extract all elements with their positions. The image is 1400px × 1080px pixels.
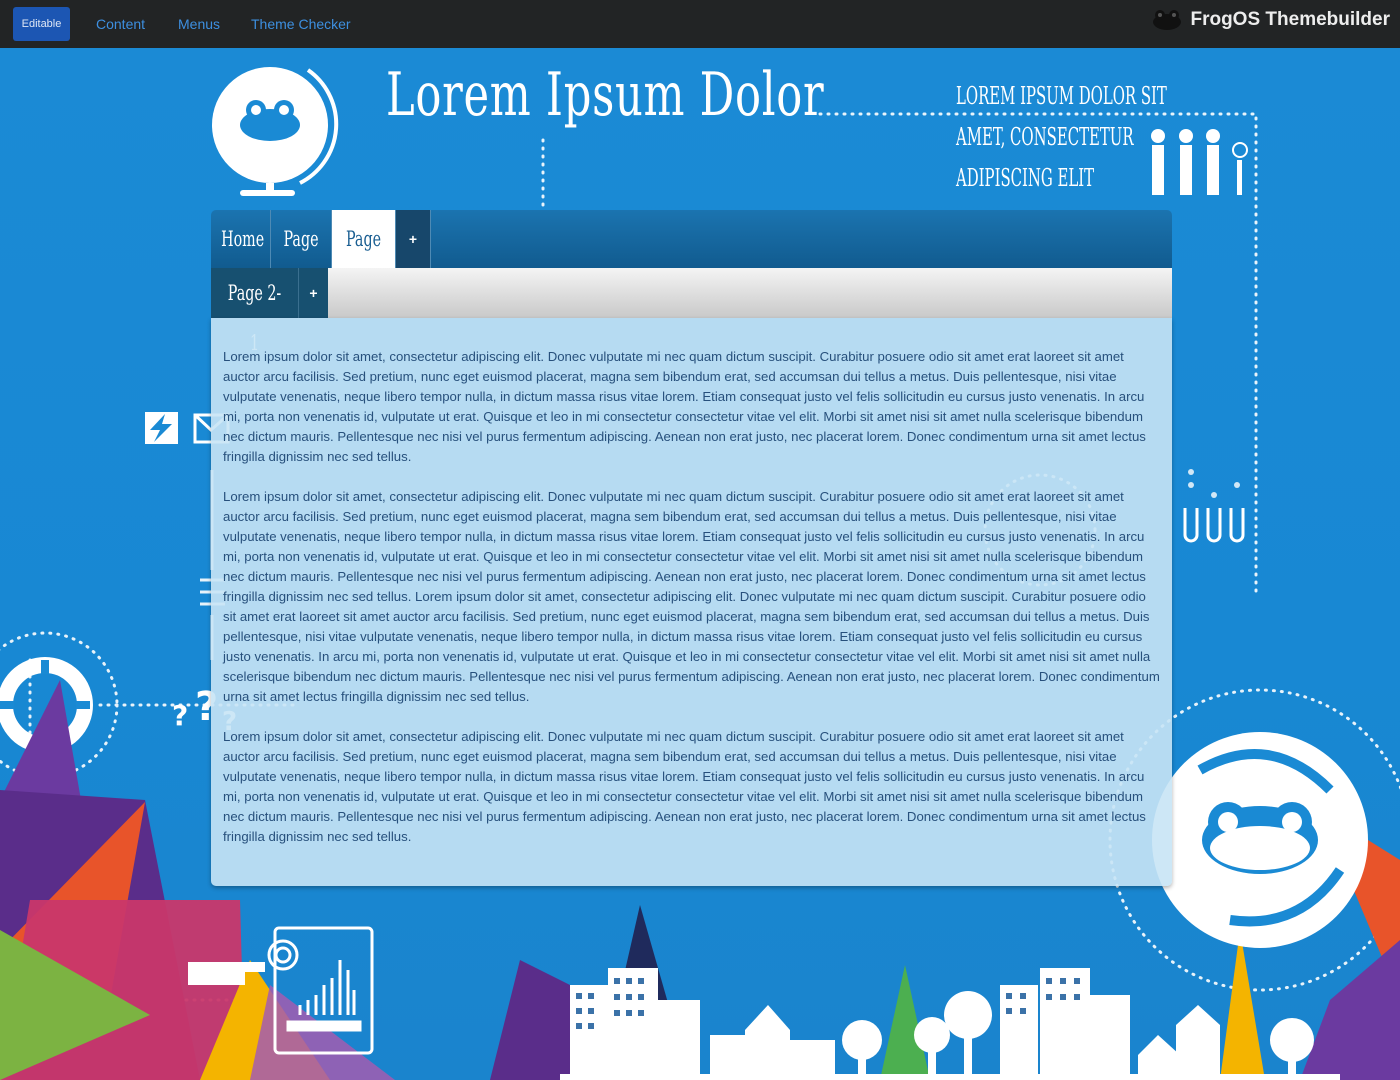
- lightning-icon: [145, 412, 178, 444]
- menus-link[interactable]: Menus: [178, 16, 220, 32]
- page-content: Lorem ipsum dolor sit amet, consectetur …: [211, 318, 1172, 886]
- content-paragraph: Lorem ipsum dolor sit amet, consectetur …: [223, 349, 1146, 464]
- tagline-line: amet, consectetur: [956, 123, 1134, 151]
- editable-button[interactable]: Editable: [13, 7, 70, 41]
- sub-nav: Page 2-1 +: [211, 268, 1172, 355]
- content-paragraph: Lorem ipsum dolor sit amet, consectetur …: [223, 729, 1146, 844]
- svg-text:?: ?: [172, 699, 188, 732]
- tab-home[interactable]: Home: [211, 210, 271, 268]
- tab-page-2[interactable]: Page 2: [332, 210, 396, 268]
- tab-page-1[interactable]: Page 1: [271, 210, 332, 268]
- content-link[interactable]: Content: [96, 16, 145, 32]
- add-page-button[interactable]: +: [396, 210, 431, 268]
- subtab-page-2-1[interactable]: Page 2-1: [211, 268, 298, 355]
- site-tagline: Lorem ipsum dolor sit amet, consectetur …: [956, 76, 1167, 199]
- tagline-line: adipiscing elit: [956, 164, 1095, 192]
- brand-label: FrogOS Themebuilder: [1190, 9, 1390, 30]
- tab-label: Page 2: [345, 227, 382, 251]
- site-title: Lorem Ipsum Dolor: [386, 60, 825, 130]
- brand: FrogOS Themebuilder: [1152, 9, 1390, 31]
- theme-checker-link[interactable]: Theme Checker: [251, 16, 351, 32]
- main-nav: Home Page 1 Page 2 +: [211, 210, 1172, 268]
- globe-frog-icon: [212, 67, 339, 196]
- content-paragraph: Lorem ipsum dolor sit amet, consectetur …: [223, 489, 1160, 704]
- tab-label: Home: [221, 227, 265, 251]
- frog-logo-icon: [1153, 10, 1182, 30]
- admin-toolbar: Editable Content Menus Theme Checker Fro…: [0, 0, 1400, 48]
- big-frog-icon: [1152, 732, 1368, 948]
- tagline-line: Lorem ipsum dolor sit: [956, 82, 1167, 110]
- add-subpage-button[interactable]: +: [298, 268, 328, 318]
- test-tubes-icon: [1183, 508, 1245, 543]
- tab-label: Page 1: [283, 227, 319, 251]
